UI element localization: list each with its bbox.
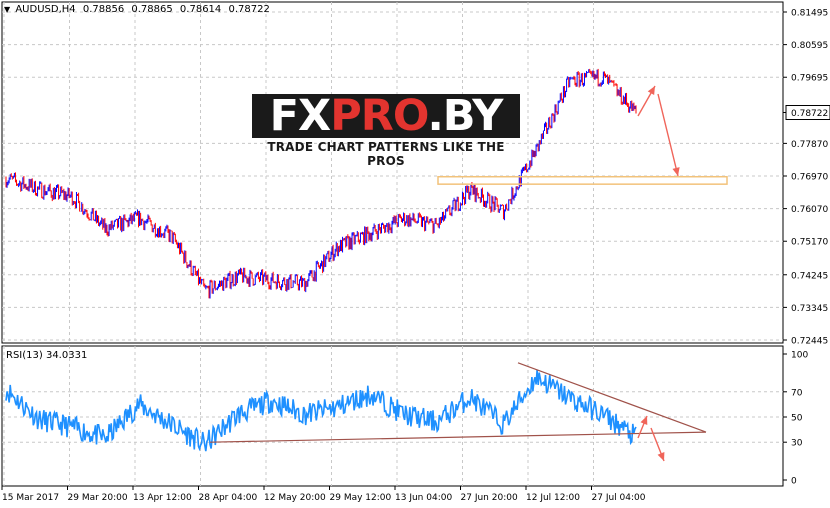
price-tick-label: 0.79695: [791, 74, 828, 84]
price-tick-label: 0.73345: [791, 304, 828, 314]
close-price: 0.78722: [228, 4, 270, 15]
time-axis-label: 29 Mar 20:00: [68, 493, 128, 503]
time-axis-label: 29 May 12:00: [330, 493, 392, 503]
collapse-triangle-icon[interactable]: ▼: [4, 5, 10, 14]
time-axis-label: 12 Jul 12:00: [526, 493, 580, 503]
logo-prefix: FX: [269, 91, 332, 141]
rsi-tick-label: 100: [791, 351, 808, 361]
rsi-tick-label: 30: [791, 439, 803, 449]
price-tick-label: 0.81495: [791, 9, 828, 19]
chart-window: 0.81495 0.80595 0.79695 0.78722 0.77870 0.769…: [0, 0, 830, 508]
chart-canvas: 0.81495 0.80595 0.79695 0.78722 0.77870 0.769…: [1, 1, 830, 503]
time-axis-label: 13 Jun 04:00: [395, 493, 452, 503]
open-price: 0.78856: [82, 4, 125, 15]
time-axis-label: 12 May 20:00: [264, 493, 326, 503]
time-axis-label: 27 Jun 20:00: [461, 493, 518, 503]
time-axis-label: 13 Apr 12:00: [133, 493, 192, 503]
rsi-header: RSI(13) 34.0331: [6, 350, 87, 361]
watermark-logo: FXPRO.BY TRADE CHART PATTERNS LIKE THE P…: [252, 92, 520, 168]
rsi-tick-label: 50: [791, 414, 803, 424]
rsi-label: RSI(13) 34.0331: [6, 350, 88, 361]
main-pane-frame: [1, 1, 784, 344]
time-axis-label: 27 Jul 04:00: [592, 493, 646, 503]
price-tick-label: 0.72445: [791, 337, 828, 347]
rsi-tick-label: 70: [791, 388, 803, 398]
price-tick-label: 0.80595: [791, 41, 828, 51]
main-chart-header: ▼ AUDUSD,H4 0.78856 0.78865 0.78614 0.78…: [4, 4, 270, 15]
time-axis-label: 28 Apr 04:00: [199, 493, 258, 503]
symbol-label: AUDUSD,H4: [15, 4, 76, 15]
logo-accent: PRO: [330, 91, 428, 141]
watermark-logo-block: FXPRO.BY: [252, 92, 520, 140]
time-axis-label: 15 Mar 2017: [2, 493, 59, 503]
rsi-tick-label: 0: [791, 477, 797, 487]
price-tick-label: 0.78722: [791, 109, 828, 119]
price-tick-label: 0.74245: [791, 271, 828, 281]
price-tick-label: 0.77870: [791, 140, 828, 150]
logo-suffix: .BY: [427, 91, 503, 141]
price-tick-label: 0.75170: [791, 238, 828, 248]
price-tick-label: 0.76970: [791, 173, 828, 183]
watermark-tagline: TRADE CHART PATTERNS LIKE THE PROS: [267, 140, 505, 168]
watermark-logo-text: FXPRO.BY: [252, 92, 520, 140]
high-price: 0.78865: [131, 4, 173, 15]
low-price: 0.78614: [179, 4, 222, 15]
price-tick-label: 0.76070: [791, 205, 828, 215]
